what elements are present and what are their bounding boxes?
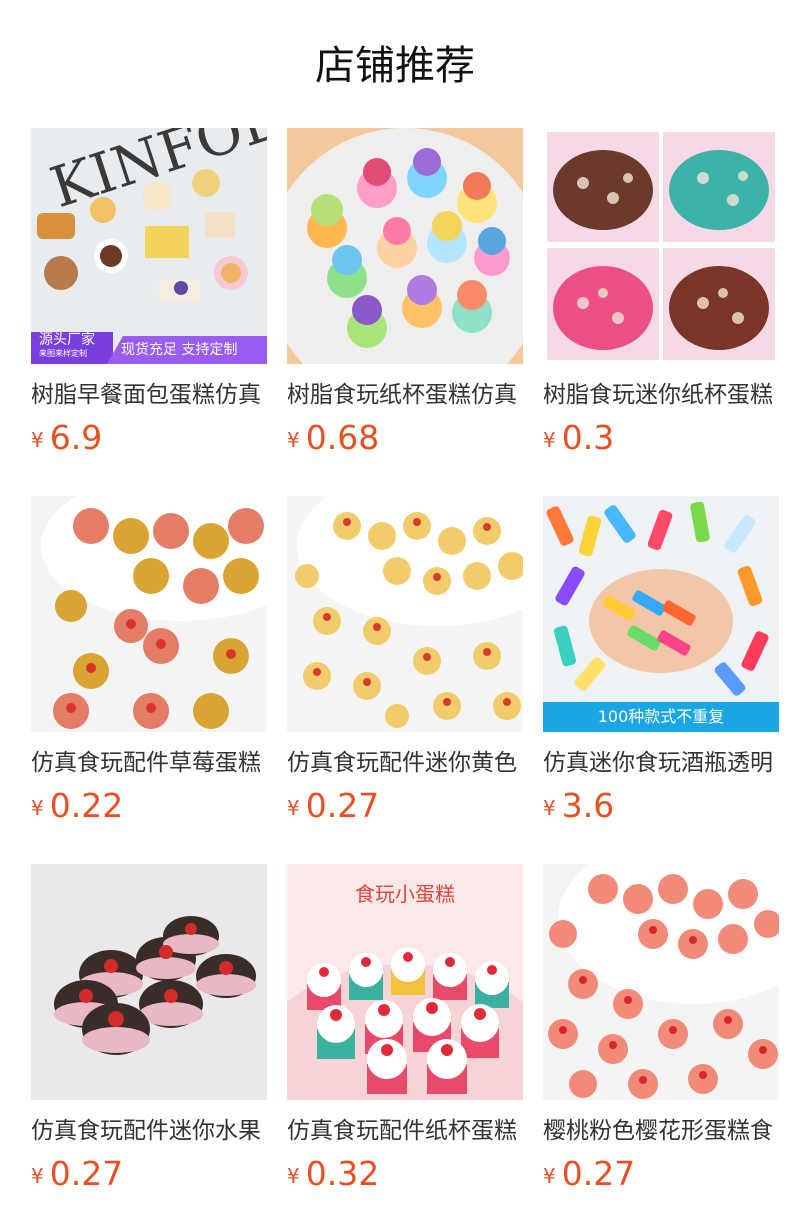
product-image[interactable]: 100种款式不重复: [543, 496, 779, 732]
currency-symbol: ¥: [31, 1164, 44, 1188]
promo-badge: 现货充足 支持定制: [107, 336, 267, 364]
image-caption: 食玩小蛋糕: [355, 882, 455, 906]
product-price: ¥0.27: [31, 1154, 267, 1200]
price-value: 0.27: [561, 1154, 636, 1193]
product-image[interactable]: [543, 128, 779, 364]
product-image[interactable]: KINFOL 源头厂家 来图来样定制 现货充足 支持定制: [31, 128, 267, 364]
price-value: 0.32: [305, 1154, 380, 1193]
price-value: 0.22: [49, 786, 124, 825]
product-card[interactable]: 100种款式不重复 仿真迷你食玩酒瓶透明 ¥3.6: [543, 496, 779, 864]
badge-text: 源头厂家: [39, 332, 95, 348]
badge-subtext: 来图来样定制: [39, 349, 87, 358]
product-price: ¥3.6: [543, 786, 779, 832]
product-card[interactable]: KINFOL 源头厂家 来图来样定制 现货充足 支持定制 树脂早餐面包蛋糕仿真 …: [31, 128, 267, 496]
currency-symbol: ¥: [31, 796, 44, 820]
product-card[interactable]: 仿真食玩配件迷你水果 ¥0.27: [31, 864, 267, 1232]
product-image[interactable]: [287, 128, 523, 364]
product-name[interactable]: 仿真迷你食玩酒瓶透明: [543, 746, 779, 780]
currency-symbol: ¥: [543, 428, 556, 452]
product-card[interactable]: 树脂食玩迷你纸杯蛋糕 ¥0.3: [543, 128, 779, 496]
product-card[interactable]: 仿真食玩配件草莓蛋糕 ¥0.22: [31, 496, 267, 864]
factory-badge: 源头厂家 来图来样定制: [31, 332, 113, 364]
product-card[interactable]: 仿真食玩配件迷你黄色 ¥0.27: [287, 496, 523, 864]
promo-strip: 100种款式不重复: [543, 702, 779, 732]
price-value: 0.27: [49, 1154, 124, 1193]
product-name[interactable]: 樱桃粉色樱花形蛋糕食: [543, 1114, 779, 1148]
product-image[interactable]: [31, 864, 267, 1100]
product-price: ¥0.27: [543, 1154, 779, 1200]
product-price: ¥6.9: [31, 418, 267, 464]
product-name[interactable]: 树脂食玩纸杯蛋糕仿真: [287, 378, 523, 412]
currency-symbol: ¥: [543, 796, 556, 820]
product-price: ¥0.3: [543, 418, 779, 464]
product-name[interactable]: 仿真食玩配件纸杯蛋糕: [287, 1114, 523, 1148]
price-value: 3.6: [561, 786, 615, 825]
product-name[interactable]: 仿真食玩配件迷你水果: [31, 1114, 267, 1148]
product-card[interactable]: 树脂食玩纸杯蛋糕仿真 ¥0.68: [287, 128, 523, 496]
price-value: 0.68: [305, 418, 380, 457]
currency-symbol: ¥: [287, 796, 300, 820]
product-card[interactable]: 食玩小蛋糕 仿真食玩配件纸杯蛋糕 ¥0.32: [287, 864, 523, 1232]
product-price: ¥0.68: [287, 418, 523, 464]
product-image[interactable]: [287, 496, 523, 732]
currency-symbol: ¥: [31, 428, 44, 452]
product-name[interactable]: 仿真食玩配件迷你黄色: [287, 746, 523, 780]
product-name[interactable]: 树脂食玩迷你纸杯蛋糕: [543, 378, 779, 412]
product-price: ¥0.22: [31, 786, 267, 832]
price-value: 0.27: [305, 786, 380, 825]
product-price: ¥0.32: [287, 1154, 523, 1200]
product-card[interactable]: 樱桃粉色樱花形蛋糕食 ¥0.27: [543, 864, 779, 1232]
currency-symbol: ¥: [287, 1164, 300, 1188]
currency-symbol: ¥: [543, 1164, 556, 1188]
product-grid: KINFOL 源头厂家 来图来样定制 现货充足 支持定制 树脂早餐面包蛋糕仿真 …: [31, 128, 779, 1232]
product-name[interactable]: 树脂早餐面包蛋糕仿真: [31, 378, 267, 412]
price-value: 6.9: [49, 418, 103, 457]
product-image[interactable]: [543, 864, 779, 1100]
product-price: ¥0.27: [287, 786, 523, 832]
product-image[interactable]: 食玩小蛋糕: [287, 864, 523, 1100]
currency-symbol: ¥: [287, 428, 300, 452]
page-title: 店铺推荐: [315, 43, 475, 89]
product-name[interactable]: 仿真食玩配件草莓蛋糕: [31, 746, 267, 780]
product-image[interactable]: [31, 496, 267, 732]
price-value: 0.3: [561, 418, 615, 457]
